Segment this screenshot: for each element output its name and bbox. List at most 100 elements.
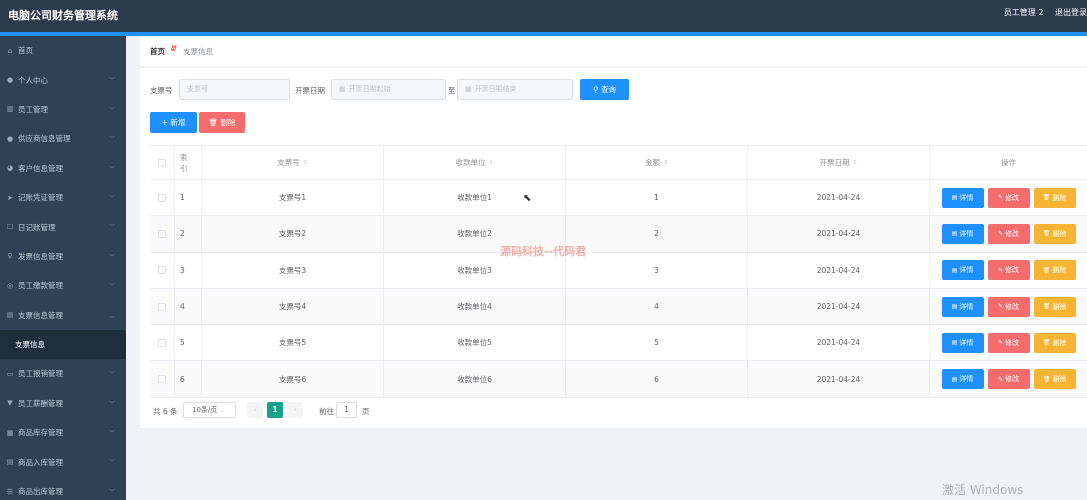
next-page-button[interactable]: ›	[287, 402, 303, 418]
edit-button-label: 修改	[1005, 375, 1020, 384]
edit-button[interactable]: ✎ 修改	[987, 223, 1030, 244]
chevron-down-icon: ﹀	[108, 283, 115, 291]
goto-page-input[interactable]: 1	[336, 402, 357, 418]
chat-icon: ◕	[6, 164, 14, 173]
check-no-input[interactable]: 支票号	[179, 79, 290, 100]
cell-check-no: 支票号3	[202, 252, 384, 288]
header-date[interactable]: 开票日期 ⇕	[748, 146, 930, 179]
home-icon: ⌂	[7, 46, 13, 55]
chevron-down-icon: ﹀	[108, 430, 115, 438]
detail-button[interactable]: ▤ 详情	[941, 187, 984, 208]
mouse-cursor-icon: ⬉	[523, 193, 532, 204]
sidebar-item-1[interactable]: ● 个人中心 ﹀	[0, 65, 126, 94]
sidebar-item-0[interactable]: ⌂ 首页	[0, 36, 126, 65]
cell-index: 1	[175, 180, 202, 216]
sidebar-subitem-10[interactable]: 支票信息	[0, 329, 126, 360]
edit-button[interactable]: ✎ 修改	[987, 369, 1030, 390]
sidebar-item-6[interactable]: ☐ 日记账管理 ﹀	[0, 212, 126, 241]
windows-activation-notice: 激活 Windows	[942, 483, 1024, 497]
date-end-input[interactable]: ▦ 开票日期结束	[457, 79, 573, 100]
edit-button[interactable]: ✎ 修改	[987, 260, 1030, 281]
detail-button[interactable]: ▤ 详情	[941, 332, 984, 353]
doc-icon: ▤	[6, 311, 14, 320]
delete-button-label: 删除	[1052, 375, 1067, 384]
delete-button[interactable]: 🗑 删除	[1033, 332, 1076, 353]
delete-button[interactable]: 🗑 删除	[1033, 223, 1076, 244]
cell-unit: 收款单位1	[384, 180, 566, 216]
cell-index: 3	[175, 252, 202, 288]
detail-button[interactable]: ▤ 详情	[941, 260, 984, 281]
nav-user-link[interactable]: 员工管理 2	[1004, 8, 1044, 17]
chevron-down-icon: ﹀	[108, 136, 115, 144]
row-checkbox[interactable]	[158, 229, 166, 238]
sidebar-item-5[interactable]: ➤ 记账凭证管理 ﹀	[0, 183, 126, 212]
detail-button[interactable]: ▤ 详情	[941, 296, 984, 317]
row-select-cell	[150, 180, 175, 216]
sidebar-item-12[interactable]: ▼ 员工薪酬管理 ﹀	[0, 389, 126, 418]
date-end-placeholder: 开票日期结束	[474, 85, 517, 93]
delete-button[interactable]: 🗑 删除	[1033, 369, 1076, 390]
select-all-checkbox[interactable]	[158, 158, 166, 167]
breadcrumb-home[interactable]: 首页	[150, 46, 165, 57]
sidebar-item-11[interactable]: ▭ 员工报销管理 ﹀	[0, 359, 126, 388]
row-checkbox[interactable]	[158, 266, 166, 275]
delete-button[interactable]: 🗑 删除	[1033, 296, 1076, 317]
detail-button[interactable]: ▤ 详情	[941, 223, 984, 244]
prev-page-button[interactable]: ‹	[247, 402, 263, 418]
mic-icon: ♀	[7, 252, 13, 261]
bulk-delete-button[interactable]: 🗑 删除	[199, 112, 245, 133]
cell-date: 2021-04-24	[748, 180, 930, 216]
cell-date: 2021-04-24	[748, 361, 930, 397]
page-size-select[interactable]: 10条/页 ⌄	[183, 402, 236, 418]
trash-icon: 🗑	[1042, 303, 1051, 311]
header-select-all[interactable]	[150, 146, 175, 179]
date-start-input[interactable]: ▦ 开票日期起始	[331, 79, 446, 100]
row-checkbox[interactable]	[158, 338, 166, 347]
sidebar-item-7[interactable]: ♀ 发票信息管理 ﹀	[0, 242, 126, 271]
breadcrumb: 首页 ʬ 支票信息	[140, 36, 1087, 66]
sort-icon[interactable]: ⇕	[663, 159, 668, 166]
edit-button[interactable]: ✎ 修改	[987, 187, 1030, 208]
sidebar-item-label: 首页	[18, 46, 33, 56]
sidebar-item-13[interactable]: ▦ 商品库存管理 ﹀	[0, 418, 126, 447]
sidebar-item-label: 供应商信息管理	[18, 134, 71, 144]
header-amount[interactable]: 金额 ⇕	[566, 146, 748, 179]
sidebar-item-4[interactable]: ◕ 客户信息管理 ﹀	[0, 154, 126, 183]
table-header: 索引 支票号 ⇕ 收款单位 ⇕ 金额 ⇕ 开票日期 ⇕ 操作	[150, 145, 1087, 180]
edit-button[interactable]: ✎ 修改	[987, 296, 1030, 317]
add-button[interactable]: + 新增	[150, 112, 197, 133]
plus-icon: +	[161, 118, 168, 127]
row-checkbox[interactable]	[158, 193, 166, 202]
detail-button[interactable]: ▤ 详情	[941, 369, 984, 390]
header-ops: 操作	[1001, 158, 1016, 167]
header-check-no[interactable]: 支票号 ⇕	[202, 146, 384, 179]
sidebar-item-15[interactable]: ☰ 商品出库管理 ﹀	[0, 477, 126, 500]
sort-icon[interactable]: ⇕	[488, 159, 493, 166]
row-checkbox[interactable]	[158, 375, 166, 384]
query-button[interactable]: ⚲ 查询	[580, 79, 629, 100]
header-check-no-label: 支票号	[277, 158, 300, 167]
sidebar-item-9[interactable]: ▤ 支票信息管理 ︿	[0, 301, 126, 330]
sidebar-item-3[interactable]: ● 供应商信息管理 ﹀	[0, 124, 126, 153]
header-amount-label: 金额	[644, 158, 660, 167]
detail-button-label: 详情	[959, 375, 974, 384]
sidebar-item-8[interactable]: ◎ 员工缴款管理 ﹀	[0, 271, 126, 300]
sidebar-item-2[interactable]: ▥ 员工管理 ﹀	[0, 95, 126, 124]
row-select-cell	[150, 361, 175, 397]
box-icon: ▦	[6, 428, 14, 437]
row-checkbox[interactable]	[158, 302, 166, 311]
inbox-icon: ▤	[6, 458, 14, 467]
delete-button[interactable]: 🗑 删除	[1033, 187, 1076, 208]
logout-link[interactable]: 退出登录	[1055, 8, 1087, 17]
cell-date: 2021-04-24	[748, 252, 930, 288]
sort-icon[interactable]: ⇕	[852, 159, 857, 166]
sidebar-item-14[interactable]: ▤ 商品入库管理 ﹀	[0, 447, 126, 476]
to-label: 至	[448, 86, 456, 95]
edit-button[interactable]: ✎ 修改	[987, 332, 1030, 353]
detail-button-label: 详情	[959, 266, 974, 275]
sort-icon[interactable]: ⇕	[303, 159, 308, 166]
delete-button[interactable]: 🗑 删除	[1033, 260, 1076, 281]
header-unit[interactable]: 收款单位 ⇕	[384, 146, 566, 179]
page-1-button[interactable]: 1	[267, 402, 283, 418]
cell-date: 2021-04-24	[748, 288, 930, 325]
